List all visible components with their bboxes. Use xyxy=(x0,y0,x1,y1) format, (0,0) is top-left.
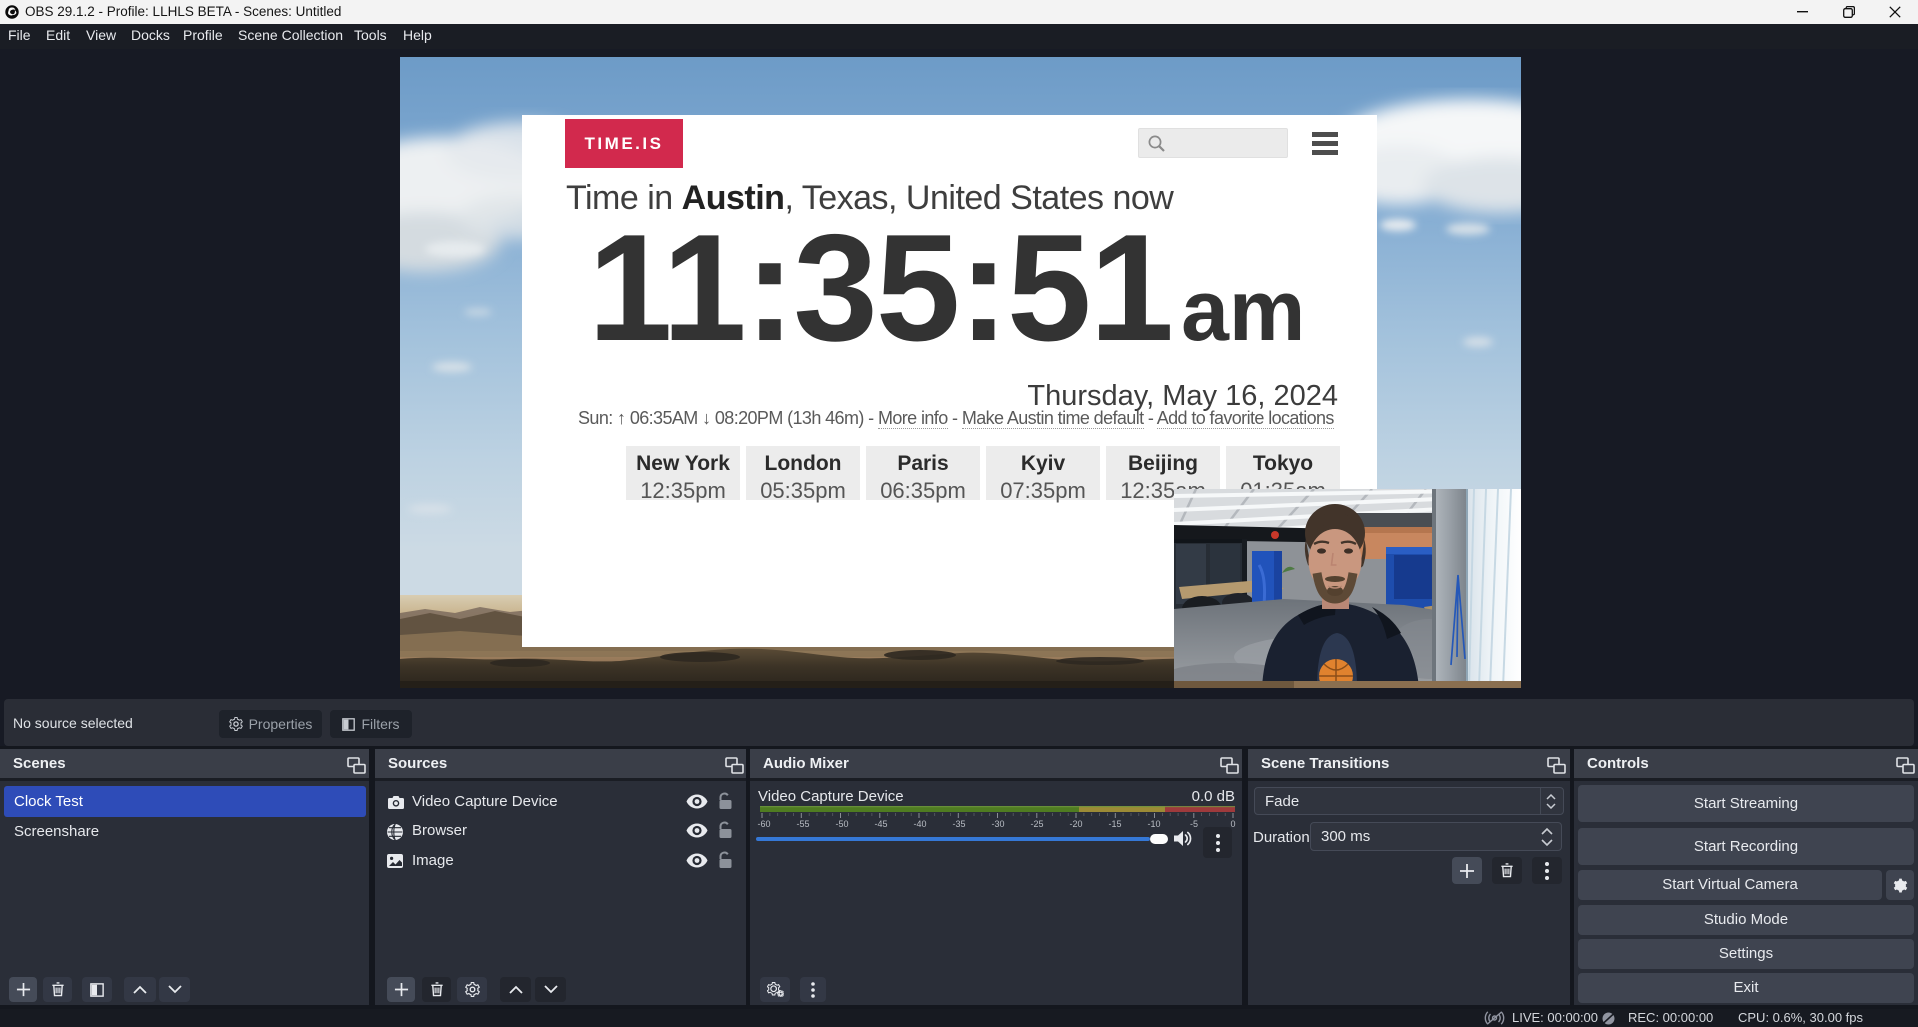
svg-text:-25: -25 xyxy=(1030,819,1043,828)
svg-text:-10: -10 xyxy=(1147,819,1160,828)
svg-text:-55: -55 xyxy=(796,819,809,828)
svg-text:-15: -15 xyxy=(1108,819,1121,828)
svg-text:-40: -40 xyxy=(913,819,926,828)
svg-text:-50: -50 xyxy=(835,819,848,828)
svg-text:-5: -5 xyxy=(1190,819,1198,828)
svg-text:-45: -45 xyxy=(874,819,887,828)
svg-text:-30: -30 xyxy=(991,819,1004,828)
svg-text:-20: -20 xyxy=(1069,819,1082,828)
svg-text:0: 0 xyxy=(1230,819,1235,828)
svg-text:-60: -60 xyxy=(757,819,770,828)
svg-text:-35: -35 xyxy=(952,819,965,828)
